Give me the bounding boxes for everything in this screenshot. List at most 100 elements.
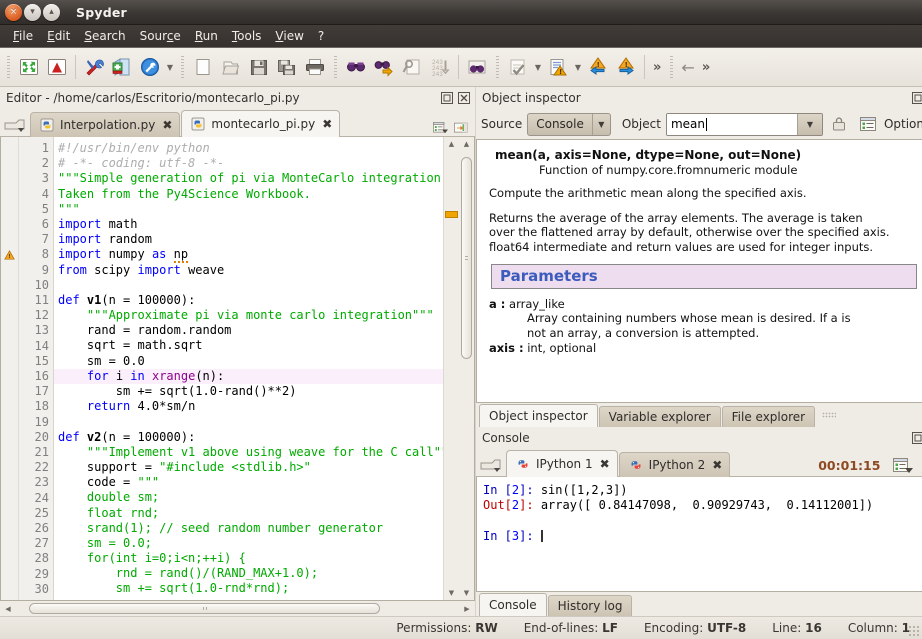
- dock-tab-console[interactable]: Console: [479, 593, 547, 616]
- options-list-icon[interactable]: [859, 115, 879, 133]
- undock-icon[interactable]: [910, 91, 922, 106]
- code-line[interactable]: double sm;: [58, 490, 443, 505]
- code-line[interactable]: import random: [58, 232, 443, 247]
- options-list-icon[interactable]: [892, 457, 914, 475]
- menu-source[interactable]: Source: [133, 27, 188, 45]
- menu-edit[interactable]: Edit: [40, 27, 77, 45]
- python-console-dropdown-arrow[interactable]: ▼: [164, 54, 176, 80]
- console-text[interactable]: In [2]: sin([1,2,3])Out[2]: array([ 0.84…: [477, 477, 922, 591]
- split-view-icon[interactable]: [454, 120, 469, 135]
- toolbar-grip[interactable]: [5, 56, 12, 78]
- source-select[interactable]: Console ▼: [527, 113, 611, 136]
- run-selection-icon[interactable]: [504, 53, 532, 81]
- line-numbers-icon[interactable]: 243 243 243: [426, 53, 454, 81]
- menu-tools[interactable]: Tools: [225, 27, 269, 45]
- code-line[interactable]: for i in xrange(n):: [54, 369, 443, 384]
- warning-next-icon[interactable]: !: [612, 53, 640, 81]
- menu-help[interactable]: ?: [311, 27, 331, 45]
- scroll-up-icon-2[interactable]: ▲: [459, 137, 474, 151]
- editor-warning-gutter[interactable]: !: [1, 137, 19, 600]
- resize-grip[interactable]: [908, 625, 920, 637]
- code-line[interactable]: sm = 0.0: [58, 354, 443, 369]
- code-line[interactable]: """: [58, 202, 443, 217]
- inspector-doc-view[interactable]: mean(a, axis=None, dtype=None, out=None)…: [476, 139, 922, 403]
- code-line[interactable]: sm += sqrt(1.0-rand()**2): [58, 384, 443, 399]
- code-line[interactable]: """Simple generation of pi via MonteCarl…: [58, 171, 443, 186]
- code-line[interactable]: for(int i=0;i<n;++i) {: [58, 551, 443, 566]
- navigate-back-button[interactable]: ←: [678, 58, 697, 77]
- toolbar-overflow-button-2[interactable]: »: [698, 60, 714, 75]
- code-line[interactable]: from scipy import weave: [58, 263, 443, 278]
- close-icon[interactable]: ✖: [600, 458, 610, 470]
- code-line[interactable]: float rnd;: [58, 506, 443, 521]
- debug-dropdown-arrow[interactable]: ▼: [572, 54, 584, 80]
- code-line[interactable]: import math: [58, 217, 443, 232]
- code-line[interactable]: srand(1); // seed random number generato…: [58, 521, 443, 536]
- toolbar-grip-4[interactable]: [494, 56, 501, 78]
- console-tab-ipython-2[interactable]: IPython 2 ✖: [619, 452, 731, 477]
- code-line[interactable]: code = """: [58, 475, 443, 490]
- code-line[interactable]: #!/usr/bin/env python: [58, 141, 443, 156]
- menu-search[interactable]: Search: [77, 27, 132, 45]
- code-line[interactable]: """Approximate pi via monte carlo integr…: [58, 308, 443, 323]
- code-line[interactable]: # -*- coding: utf-8 -*-: [58, 156, 443, 171]
- scroll-down-icon-2[interactable]: ▼: [459, 586, 474, 600]
- save-all-icon[interactable]: [273, 53, 301, 81]
- toolbar-grip-5[interactable]: [668, 56, 675, 78]
- editor-main-scrollbar[interactable]: ▲ ▼: [459, 137, 474, 600]
- code-line[interactable]: import numpy as np: [58, 247, 443, 262]
- dock-tab-history-log[interactable]: History log: [548, 595, 633, 616]
- run-pane-icon[interactable]: [43, 53, 71, 81]
- editor-scroll-thumb[interactable]: [461, 157, 472, 359]
- scroll-up-icon[interactable]: ▲: [444, 137, 459, 151]
- editor-horizontal-scrollbar[interactable]: ◀ ▶: [0, 601, 475, 616]
- preferences-icon[interactable]: [80, 53, 108, 81]
- code-line[interactable]: rand = random.random: [58, 323, 443, 338]
- outline-explorer-icon[interactable]: [433, 120, 448, 135]
- close-window-button[interactable]: ×: [5, 4, 22, 21]
- warning-previous-icon[interactable]: !: [584, 53, 612, 81]
- chevron-down-icon[interactable]: ▼: [797, 114, 822, 135]
- code-line[interactable]: sm += sqrt(1.0-rnd*rnd);: [58, 581, 443, 596]
- line-warning-icon[interactable]: !: [1, 247, 18, 262]
- add-console-icon[interactable]: [108, 53, 136, 81]
- undock-icon[interactable]: [910, 430, 922, 445]
- editor-code-area[interactable]: #!/usr/bin/env python# -*- coding: utf-8…: [54, 137, 443, 600]
- undock-icon[interactable]: [439, 91, 454, 106]
- find-icon[interactable]: [342, 53, 370, 81]
- dock-tab-object-inspector[interactable]: Object inspector: [479, 404, 598, 427]
- dock-tab-variable-explorer[interactable]: Variable explorer: [599, 406, 721, 427]
- scroll-right-icon[interactable]: ▶: [460, 605, 474, 613]
- dock-tab-file-explorer[interactable]: File explorer: [722, 406, 815, 427]
- menu-run[interactable]: Run: [188, 27, 225, 45]
- find-next-icon[interactable]: [370, 53, 398, 81]
- code-line[interactable]: [58, 414, 443, 429]
- menu-file[interactable]: File: [6, 27, 40, 45]
- run-selection-dropdown-arrow[interactable]: ▼: [532, 54, 544, 80]
- editor-tab-interpolation[interactable]: Interpolation.py ✖: [30, 112, 180, 137]
- code-line[interactable]: sqrt = math.sqrt: [58, 338, 443, 353]
- code-line[interactable]: """Implement v1 above using weave for th…: [58, 445, 443, 460]
- browse-tabs-icon[interactable]: [2, 113, 28, 137]
- code-line[interactable]: rnd = rand()/(RAND_MAX+1.0);: [58, 566, 443, 581]
- save-file-icon[interactable]: [245, 53, 273, 81]
- editor-hscroll-track[interactable]: [15, 602, 460, 615]
- code-line[interactable]: def v2(n = 100000):: [58, 430, 443, 445]
- code-line[interactable]: Taken from the Py4Science Workbook.: [58, 187, 443, 202]
- editor-tab-montecarlo[interactable]: montecarlo_pi.py ✖: [181, 110, 340, 137]
- find-in-files-icon[interactable]: [398, 53, 426, 81]
- code-editor[interactable]: ! 12345678910111213141516171819202122232…: [0, 137, 475, 601]
- minimize-window-button[interactable]: ▾: [24, 4, 41, 21]
- code-line[interactable]: support = "#include <stdlib.h>": [58, 460, 443, 475]
- new-file-icon[interactable]: [189, 53, 217, 81]
- close-icon[interactable]: ✖: [712, 459, 722, 471]
- close-icon[interactable]: ✖: [322, 118, 332, 130]
- open-file-icon[interactable]: [217, 53, 245, 81]
- editor-hscroll-thumb[interactable]: [29, 603, 380, 614]
- scroll-down-icon[interactable]: ▼: [444, 586, 459, 600]
- object-input[interactable]: mean ▼: [666, 113, 823, 136]
- options-label[interactable]: Options: [884, 117, 922, 131]
- print-icon[interactable]: [301, 53, 329, 81]
- dock-splitter-handle[interactable]: [822, 412, 836, 418]
- code-line[interactable]: [58, 278, 443, 293]
